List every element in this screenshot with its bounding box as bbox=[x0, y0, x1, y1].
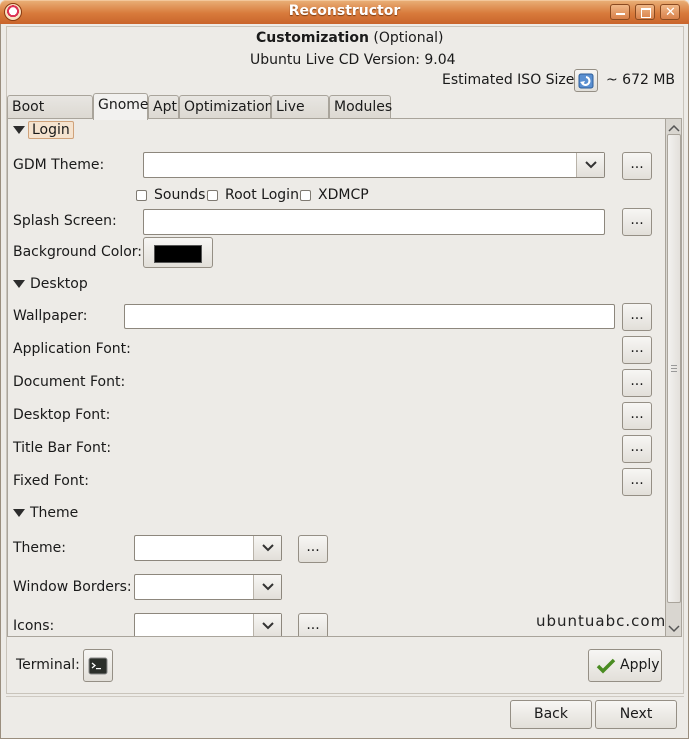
scroll-down-arrow[interactable] bbox=[668, 622, 680, 638]
version-label: Ubuntu Live CD Version: 9.04 bbox=[250, 52, 456, 68]
title-bar-font-label: Title Bar Font: bbox=[13, 440, 112, 456]
root-login-label[interactable]: Root Login bbox=[225, 187, 299, 203]
close-button[interactable]: ✕ bbox=[660, 4, 680, 20]
sounds-checkbox[interactable] bbox=[136, 190, 147, 201]
gnome-tab-panel: Login GDM Theme: ... Sounds Root Login X… bbox=[7, 118, 666, 637]
color-swatch bbox=[154, 245, 202, 263]
window-title: Reconstructor bbox=[288, 3, 401, 19]
xdmcp-checkbox[interactable] bbox=[300, 190, 311, 201]
xdmcp-label[interactable]: XDMCP bbox=[318, 187, 369, 203]
chevron-down-icon bbox=[262, 544, 274, 552]
expander-icon[interactable] bbox=[13, 280, 25, 288]
document-font-button[interactable]: ... bbox=[622, 369, 652, 397]
chevron-down-icon bbox=[585, 161, 597, 169]
splash-browse-button[interactable]: ... bbox=[622, 208, 652, 236]
maximize-button[interactable] bbox=[635, 4, 655, 20]
maximize-icon bbox=[641, 8, 651, 18]
close-icon: ✕ bbox=[665, 5, 676, 20]
theme-dropdown-button[interactable] bbox=[253, 536, 281, 560]
title-bar-font-button[interactable]: ... bbox=[622, 435, 652, 463]
iso-size-value: ~ 672 MB bbox=[606, 72, 676, 88]
tab-optimization[interactable]: Optimization bbox=[179, 95, 274, 119]
theme-label: Theme: bbox=[13, 540, 67, 556]
wallpaper-label: Wallpaper: bbox=[13, 308, 88, 324]
icons-browse-button[interactable]: ... bbox=[298, 613, 328, 636]
document-font-label: Document Font: bbox=[13, 374, 126, 390]
background-color-button[interactable] bbox=[143, 237, 213, 268]
desktop-expander[interactable]: Desktop bbox=[30, 276, 88, 292]
gdm-theme-label: GDM Theme: bbox=[13, 157, 105, 173]
gdm-theme-browse-button[interactable]: ... bbox=[622, 152, 652, 180]
refresh-icon bbox=[578, 73, 594, 89]
terminal-icon bbox=[88, 657, 108, 675]
scroll-grip bbox=[671, 365, 677, 366]
apply-button[interactable]: Apply bbox=[588, 649, 662, 682]
splash-screen-label: Splash Screen: bbox=[13, 213, 117, 229]
tab-gnome[interactable]: Gnome bbox=[93, 93, 149, 120]
terminal-label: Terminal: bbox=[16, 657, 80, 673]
checkmark-icon bbox=[596, 658, 616, 674]
tab-apt[interactable]: Apt bbox=[148, 95, 179, 119]
wallpaper-input[interactable] bbox=[124, 304, 615, 329]
chevron-down-icon bbox=[262, 583, 274, 591]
refresh-iso-button[interactable] bbox=[574, 69, 598, 92]
fixed-font-label: Fixed Font: bbox=[13, 473, 89, 489]
chevron-down-icon bbox=[262, 622, 274, 630]
customization-heading: Customization (Optional) bbox=[256, 30, 444, 46]
footer-divider bbox=[6, 696, 684, 697]
heading-text: Customization bbox=[256, 30, 369, 46]
desktop-font-label: Desktop Font: bbox=[13, 407, 111, 423]
tab-boot-screen[interactable]: Boot Screen bbox=[7, 95, 93, 137]
login-expander[interactable]: Login bbox=[28, 121, 74, 139]
theme-browse-button[interactable]: ... bbox=[298, 535, 328, 563]
watermark: ubuntuabc.com bbox=[536, 612, 666, 630]
window-borders-label: Window Borders: bbox=[13, 579, 132, 595]
sounds-label[interactable]: Sounds bbox=[154, 187, 205, 203]
icons-label: Icons: bbox=[13, 618, 55, 634]
tab-live-cd[interactable]: Live CD bbox=[271, 95, 329, 137]
terminal-button[interactable] bbox=[83, 649, 113, 682]
gdm-theme-combo[interactable] bbox=[143, 152, 605, 178]
expander-icon[interactable] bbox=[13, 509, 25, 517]
minimize-icon bbox=[616, 13, 625, 15]
theme-combo[interactable] bbox=[134, 535, 282, 561]
fixed-font-button[interactable]: ... bbox=[622, 468, 652, 496]
gdm-theme-dropdown-button[interactable] bbox=[576, 153, 604, 177]
application-font-label: Application Font: bbox=[13, 341, 131, 357]
application-font-button[interactable]: ... bbox=[622, 336, 652, 364]
icons-combo[interactable] bbox=[134, 613, 282, 636]
icons-dropdown-button[interactable] bbox=[253, 614, 281, 636]
heading-suffix: (Optional) bbox=[373, 30, 444, 46]
iso-size-label: Estimated ISO Size: bbox=[442, 72, 580, 88]
wallpaper-browse-button[interactable]: ... bbox=[622, 303, 652, 331]
desktop-font-button[interactable]: ... bbox=[622, 402, 652, 430]
root-login-checkbox[interactable] bbox=[207, 190, 218, 201]
apply-label: Apply bbox=[620, 657, 660, 673]
minimize-button[interactable] bbox=[610, 4, 630, 20]
next-button[interactable]: Next bbox=[595, 700, 677, 729]
background-color-label: Background Color: bbox=[13, 244, 142, 260]
window-borders-dropdown-button[interactable] bbox=[253, 575, 281, 599]
window-borders-combo[interactable] bbox=[134, 574, 282, 600]
expander-icon[interactable] bbox=[13, 126, 25, 134]
splash-screen-input[interactable] bbox=[143, 209, 605, 235]
tab-modules[interactable]: Modules bbox=[329, 95, 392, 119]
back-button[interactable]: Back bbox=[510, 700, 592, 729]
scroll-thumb[interactable] bbox=[667, 134, 681, 603]
theme-expander[interactable]: Theme bbox=[30, 505, 78, 521]
